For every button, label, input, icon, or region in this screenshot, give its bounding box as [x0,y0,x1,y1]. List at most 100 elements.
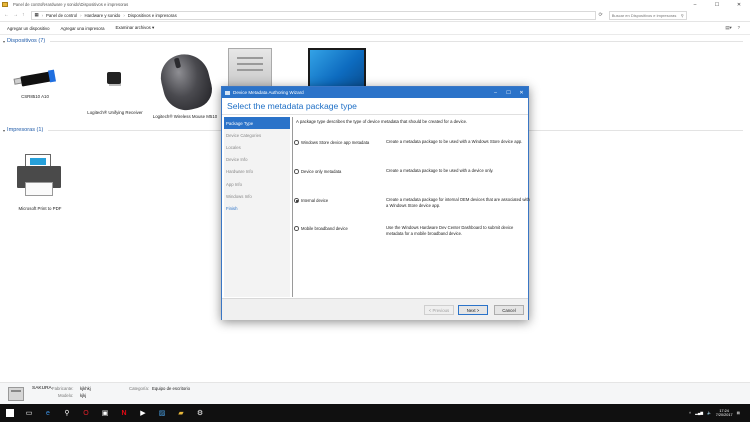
cancel-button[interactable]: Cancel [494,305,524,315]
device-item[interactable]: CSR8510 A10 [0,66,70,99]
search-icon[interactable]: ⚲ [60,406,74,420]
monitor-icon[interactable] [308,48,366,88]
store-icon[interactable]: ▣ [98,406,112,420]
breadcrumb-item[interactable]: Dispositivos e impresoras [128,13,177,18]
chevron-up-icon[interactable]: ˄ [689,411,691,415]
radio-button-selected[interactable] [294,198,299,203]
manufacturer-label: Fabricante: [52,386,74,391]
search-input[interactable]: Buscar en Dispositivos e impresoras ⚲ [608,10,687,20]
folder-icon [2,2,8,7]
option-label[interactable]: Mobile broadband device [301,226,348,231]
wizard-steps: Package Type Device Categories Locales D… [224,117,290,297]
minimize-icon[interactable]: – [684,2,706,8]
previous-button[interactable]: < Previous [424,305,454,315]
forward-arrow-icon[interactable]: → [13,12,18,18]
task-view-icon[interactable]: ▭ [22,406,36,420]
add-printer-button[interactable]: Agregar una impresora [61,26,105,31]
option-description: Use the Windows Hardware Dev Center Dash… [386,225,514,236]
settings-icon[interactable]: ⚙ [193,406,207,420]
control-panel-icon: ▦ [34,12,39,17]
back-arrow-icon[interactable]: ← [4,12,9,18]
step-app-info[interactable]: App Info [224,178,290,190]
printer-label: Microsoft Print to PDF [18,206,62,211]
printers-group-label: Impresoras (1) [7,127,44,133]
option-label[interactable]: Windows Store device app metadata [301,140,369,145]
usb-stick-icon [11,66,59,92]
windows-start-icon[interactable] [3,406,17,420]
close-icon[interactable]: ✕ [515,90,528,96]
mouse-icon [155,49,217,115]
device-item[interactable]: Logitech® Wireless Mouse M510 [150,49,220,119]
wizard-window-title: Device Metadata Authoring Wizard [233,90,304,95]
close-icon[interactable]: ✕ [728,2,750,8]
step-hardware-info[interactable]: Hardware Info [224,166,290,178]
edge-icon[interactable]: e [41,406,55,420]
radio-button[interactable] [294,169,299,174]
window-title: Panel de control\Hardware y sonido\Dispo… [13,2,129,7]
option-description: Create a metadata package to be used wit… [386,139,523,144]
wizard-titlebar: Device Metadata Authoring Wizard – ☐ ✕ [222,87,528,98]
computer-icon [8,387,24,401]
photos-icon[interactable]: ▨ [155,406,169,420]
option-label[interactable]: Device only metadata [301,169,341,174]
category-value: Equipo de escritorio [152,386,190,391]
maximize-icon[interactable]: ☐ [706,2,728,8]
step-device-info[interactable]: Device Info [224,154,290,166]
computer-tower-icon[interactable] [228,48,272,88]
netflix-icon[interactable]: N [117,406,131,420]
divider [292,117,293,297]
details-pane: SAKURA Fabricante: kjkhkj Modelo: kjkj C… [0,382,750,404]
step-windows-info[interactable]: Windows Info [224,190,290,202]
notifications-icon[interactable]: ▤ [737,411,740,415]
browse-files-button[interactable]: Examinar archivos ▾ [115,25,154,31]
manufacturer-value: kjkhkj [80,386,91,391]
add-device-button[interactable]: Agregar un dispositivo [7,26,50,31]
help-icon[interactable]: ? [738,25,740,31]
explorer-titlebar: Panel de control\Hardware y sonido\Dispo… [0,0,750,9]
nav-buttons: ← → ↑ [4,12,25,18]
breadcrumb-item[interactable]: Panel de control [46,13,77,18]
wizard-content: A package type describes the type of dev… [294,117,530,297]
chevron-down-icon[interactable]: ▾ [3,128,5,133]
chevron-down-icon[interactable]: ▾ [3,39,5,44]
printer-item[interactable]: Microsoft Print to PDF [5,152,75,211]
device-name: SAKURA [32,386,52,391]
clock-date: 7/20/2017 [715,413,733,417]
breadcrumb-item[interactable]: Hardware y sonido [85,13,121,18]
media-icon[interactable]: ▶ [136,406,150,420]
wizard-footer: < Previous Next > Cancel [222,298,528,320]
package-type-description: A package type describes the type of dev… [296,119,468,124]
wizard-window-controls: – ☐ ✕ [489,90,528,96]
step-device-categories[interactable]: Device Categories [224,129,290,141]
next-button[interactable]: Next > [458,305,488,315]
up-arrow-icon[interactable]: ↑ [22,12,25,18]
option-label[interactable]: Internal device [301,198,328,203]
device-label: Logitech® Unifying Receiver [87,110,143,115]
taskbar: ▭ e ⚲ O ▣ N ▶ ▨ ▰ ⚙ ˄ ▂▄▆ 🔈 17:24 7/20/2… [0,404,750,422]
device-item[interactable]: Logitech® Unifying Receiver [80,70,150,115]
wizard-heading: Select the metadata package type [227,101,357,111]
breadcrumb[interactable]: ▦ › Panel de control › Hardware y sonido… [30,10,596,20]
devices-group-header[interactable]: ▾ Dispositivos (7) [3,38,743,44]
device-label: Logitech® Wireless Mouse M510 [152,114,218,119]
maximize-icon[interactable]: ☐ [502,90,515,96]
radio-button[interactable] [294,140,299,145]
clock[interactable]: 17:24 7/20/2017 [716,409,733,418]
radio-button[interactable] [294,226,299,231]
view-options-icon[interactable]: ▤▾ [725,25,731,31]
step-locales[interactable]: Locales [224,141,290,153]
step-package-type[interactable]: Package Type [224,117,290,130]
opera-icon[interactable]: O [79,406,93,420]
wizard-header: Select the metadata package type [222,98,528,115]
step-finish[interactable]: Finish [224,202,290,214]
minimize-icon[interactable]: – [489,90,502,96]
system-tray: ˄ ▂▄▆ 🔈 17:24 7/20/2017 ▤ [689,409,740,418]
explorer-icon[interactable]: ▰ [174,406,188,420]
network-icon[interactable]: ▂▄▆ [695,411,703,415]
model-label: Modelo: [58,393,74,398]
volume-icon[interactable]: 🔈 [707,411,711,415]
address-bar: ← → ↑ ▦ › Panel de control › Hardware y … [0,9,750,22]
command-bar: Agregar un dispositivo Agregar una impre… [0,22,750,35]
category-label: Categoría: [129,386,150,391]
refresh-icon[interactable]: ⟳ [599,12,603,18]
